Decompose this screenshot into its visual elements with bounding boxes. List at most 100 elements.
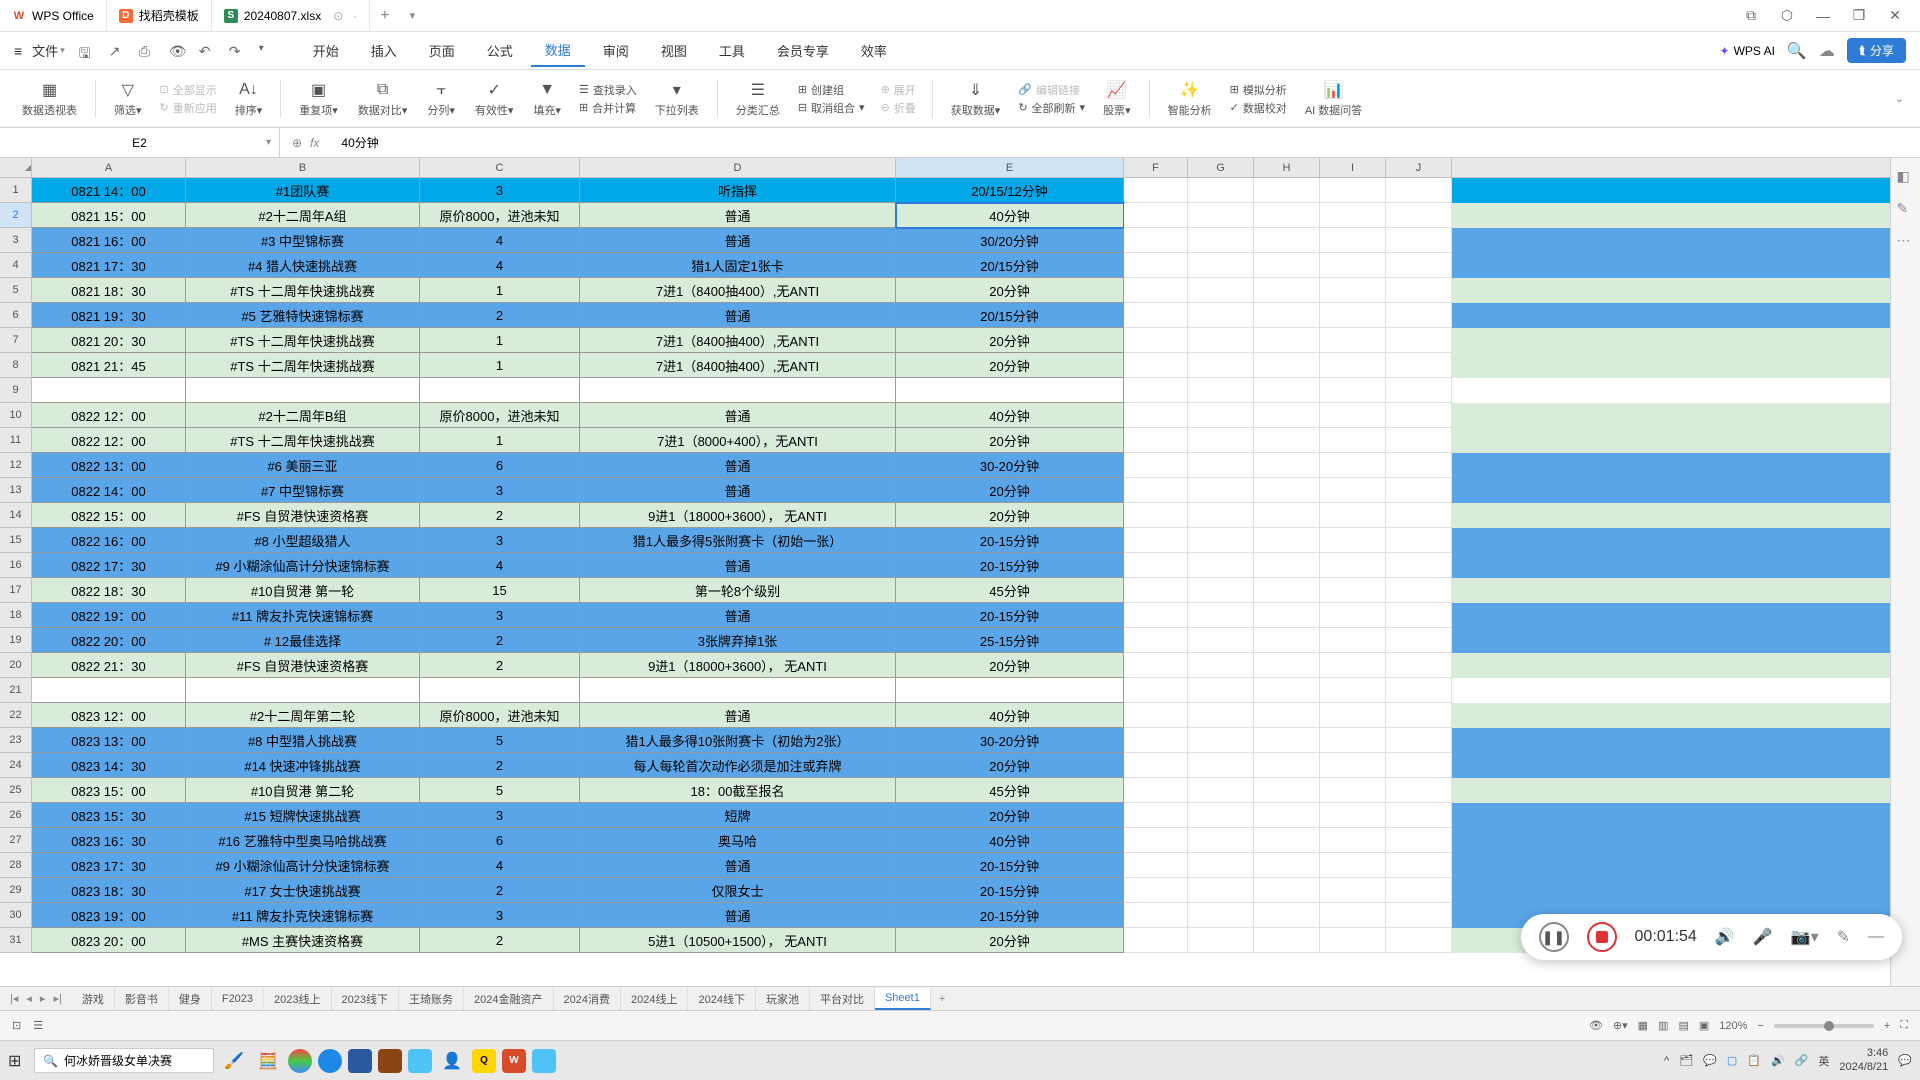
cell[interactable]: #17 女士快速挑战赛 <box>186 878 420 903</box>
row-header[interactable]: 6 <box>0 303 32 328</box>
cell[interactable] <box>1188 803 1254 828</box>
col-header-F[interactable]: F <box>1124 158 1188 177</box>
cell[interactable] <box>1386 528 1452 553</box>
sheet-tab[interactable]: 2024消费 <box>554 987 621 1011</box>
cell[interactable] <box>1254 428 1320 453</box>
cell[interactable] <box>1386 703 1452 728</box>
cell[interactable]: 20-15分钟 <box>896 603 1124 628</box>
tab-more-icon[interactable]: ⊙ <box>333 9 343 23</box>
cell[interactable] <box>1188 203 1254 228</box>
cell[interactable]: #2十二周年B组 <box>186 403 420 428</box>
cell[interactable] <box>1254 478 1320 503</box>
cell[interactable] <box>1254 728 1320 753</box>
cell[interactable]: 0822 15：00 <box>32 503 186 528</box>
cloud-sync-icon[interactable]: ☁ <box>1819 41 1835 61</box>
cell[interactable]: 2 <box>420 753 580 778</box>
cell[interactable]: 0821 20：30 <box>32 328 186 353</box>
cell[interactable]: #8 中型猎人挑战赛 <box>186 728 420 753</box>
cell[interactable]: #14 快速冲锋挑战赛 <box>186 753 420 778</box>
task-app-6[interactable]: 👤 <box>438 1047 466 1075</box>
cell[interactable]: 0822 16：00 <box>32 528 186 553</box>
cell[interactable]: 25-15分钟 <box>896 628 1124 653</box>
rec-pause-button[interactable]: ❚❚ <box>1539 922 1569 952</box>
cell[interactable]: 4 <box>420 253 580 278</box>
file-menu[interactable]: 文件▾ <box>32 41 65 60</box>
cell[interactable]: 猎1人最多得5张附赛卡（初始一张） <box>580 528 896 553</box>
cell[interactable] <box>1320 678 1386 703</box>
cell[interactable] <box>1386 428 1452 453</box>
cell[interactable]: 40分钟 <box>896 703 1124 728</box>
cell[interactable] <box>1386 778 1452 803</box>
ribbon-sim[interactable]: ⊞模拟分析 <box>1226 82 1291 98</box>
cell[interactable]: 1 <box>420 328 580 353</box>
row-header[interactable]: 25 <box>0 778 32 803</box>
cell[interactable]: 0821 21：45 <box>32 353 186 378</box>
row-header[interactable]: 7 <box>0 328 32 353</box>
menu-tools[interactable]: 工具 <box>705 35 759 66</box>
zoom-value[interactable]: 120% <box>1719 1020 1747 1032</box>
ribbon-refreshall[interactable]: ↻全部刷新▾ <box>1014 100 1089 116</box>
cell[interactable] <box>1188 703 1254 728</box>
cell[interactable] <box>1124 303 1188 328</box>
cell[interactable]: 0823 16：30 <box>32 828 186 853</box>
row-header[interactable]: 2 <box>0 203 32 228</box>
view-break-icon[interactable]: ▤ <box>1678 1019 1688 1032</box>
menu-member[interactable]: 会员专享 <box>763 35 843 66</box>
cell[interactable]: 3 <box>420 178 580 203</box>
side-more-icon[interactable]: ⋯ <box>1897 232 1915 250</box>
cell[interactable] <box>1188 853 1254 878</box>
cell[interactable] <box>1124 728 1188 753</box>
cell[interactable] <box>1254 878 1320 903</box>
maximize-icon[interactable]: ❐ <box>1850 7 1868 25</box>
row-header[interactable]: 21 <box>0 678 32 703</box>
cell[interactable] <box>1188 928 1254 953</box>
cell[interactable] <box>1320 603 1386 628</box>
zoom-slider[interactable] <box>1774 1024 1874 1028</box>
row-header[interactable]: 5 <box>0 278 32 303</box>
cell[interactable] <box>1254 328 1320 353</box>
cell[interactable] <box>1124 628 1188 653</box>
cell[interactable]: 0822 19：00 <box>32 603 186 628</box>
cell[interactable] <box>1386 328 1452 353</box>
cell[interactable] <box>1386 253 1452 278</box>
cell[interactable] <box>1320 453 1386 478</box>
tray-up-icon[interactable]: ^ <box>1664 1055 1669 1067</box>
task-chrome[interactable] <box>288 1049 312 1073</box>
row-header[interactable]: 9 <box>0 378 32 403</box>
cell[interactable] <box>1124 678 1188 703</box>
view-normal-icon[interactable]: ▦ <box>1638 1019 1648 1032</box>
rec-mic-icon[interactable]: 🎤 <box>1753 927 1773 947</box>
cell[interactable]: 0822 21：30 <box>32 653 186 678</box>
cell[interactable]: #8 小型超级猎人 <box>186 528 420 553</box>
cell[interactable] <box>32 678 186 703</box>
ribbon-filter[interactable]: ▽筛选▾ <box>108 80 148 118</box>
cell[interactable] <box>1386 353 1452 378</box>
cell[interactable]: 20分钟 <box>896 428 1124 453</box>
cell[interactable]: 3 <box>420 478 580 503</box>
cell[interactable]: 30-20分钟 <box>896 453 1124 478</box>
cell[interactable] <box>186 678 420 703</box>
cell[interactable] <box>1188 328 1254 353</box>
cell[interactable]: 普通 <box>580 453 896 478</box>
col-header-E[interactable]: E <box>896 158 1124 177</box>
tray-date[interactable]: 2024/8/21 <box>1839 1061 1888 1074</box>
cell[interactable]: 普通 <box>580 403 896 428</box>
cell[interactable] <box>1254 503 1320 528</box>
cell[interactable] <box>1254 403 1320 428</box>
cell[interactable] <box>1320 728 1386 753</box>
ribbon-dup[interactable]: ▣重复项▾ <box>293 80 344 118</box>
sheet-tab[interactable]: 玩家池 <box>756 987 810 1011</box>
cell[interactable] <box>1254 228 1320 253</box>
menu-start[interactable]: 开始 <box>299 35 353 66</box>
ribbon-ungroup[interactable]: ⊟取消组合▾ <box>794 100 869 116</box>
cell[interactable]: 7进1（8400抽400）,无ANTI <box>580 278 896 303</box>
new-tab-button[interactable]: + <box>370 7 399 25</box>
sheet-tab-active[interactable]: Sheet1 <box>875 988 931 1010</box>
cell[interactable] <box>1188 453 1254 478</box>
cell[interactable] <box>1386 503 1452 528</box>
cell[interactable]: 0823 13：00 <box>32 728 186 753</box>
cell[interactable] <box>1386 378 1452 403</box>
wps-ai-button[interactable]: ✦WPS AI <box>1720 44 1775 58</box>
start-button[interactable]: ⊞ <box>8 1051 28 1071</box>
cell[interactable]: 3 <box>420 803 580 828</box>
